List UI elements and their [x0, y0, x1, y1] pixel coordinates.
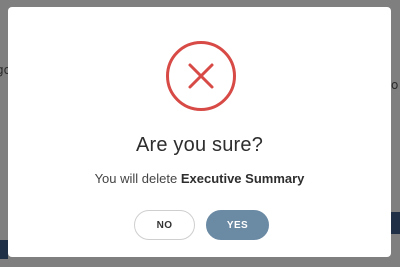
- background-text-right: o: [391, 78, 399, 92]
- close-icon-graphic: [188, 63, 214, 89]
- background-dark-block-right: [391, 212, 400, 234]
- close-icon: [166, 41, 236, 111]
- dialog-message: You will delete Executive Summary: [8, 171, 391, 186]
- dialog-message-text: You will delete: [94, 171, 181, 186]
- no-button[interactable]: NO: [134, 210, 195, 240]
- yes-button[interactable]: YES: [206, 210, 269, 240]
- dialog-message-item: Executive Summary: [180, 171, 305, 186]
- background-dark-block-left: [0, 240, 8, 259]
- confirm-delete-dialog: Are you sure? You will delete Executive …: [8, 7, 391, 257]
- dialog-title: Are you sure?: [135, 134, 264, 156]
